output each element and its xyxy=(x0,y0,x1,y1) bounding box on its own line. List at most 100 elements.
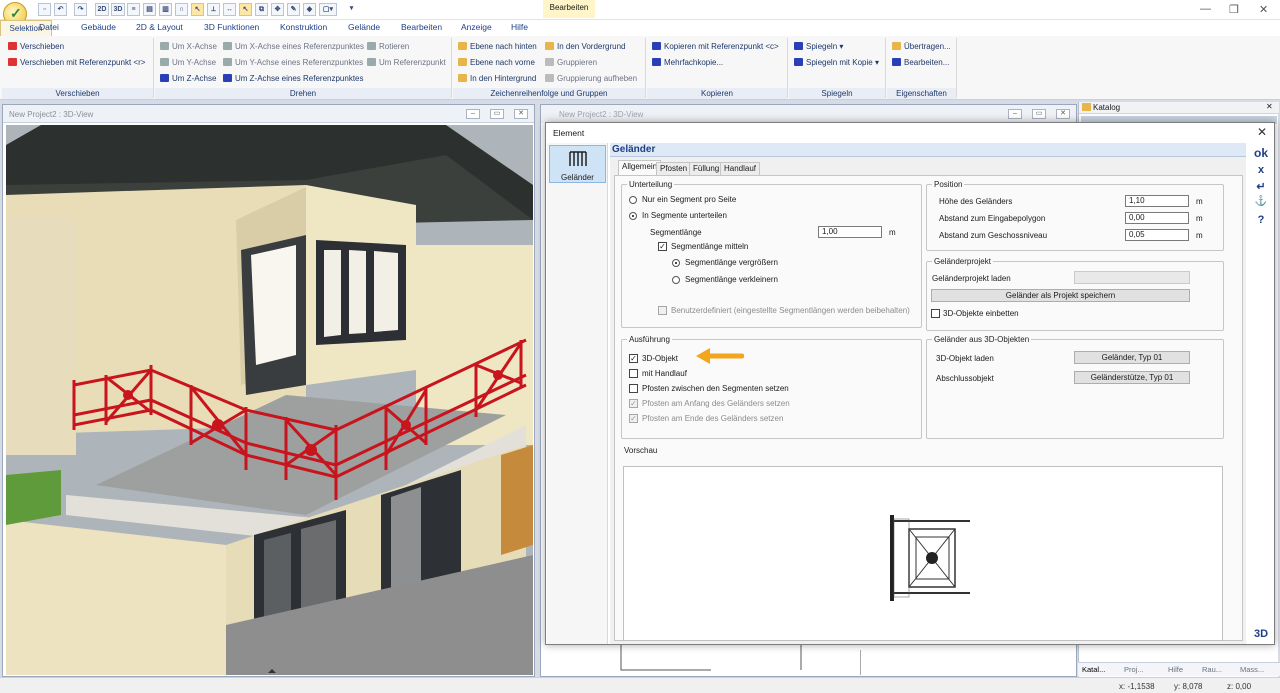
radio-in-segmente[interactable] xyxy=(629,212,637,220)
ebene-nach-vorne-button[interactable]: Ebene nach vorne xyxy=(458,58,535,67)
view-2d-button[interactable]: 2D xyxy=(95,3,109,16)
tab-bearbeiten[interactable]: Bearbeiten xyxy=(401,22,442,32)
catalog-tabs: Katal... Proj... Hilfe Rau... Mass... xyxy=(1078,662,1280,676)
radio-verkleinern[interactable] xyxy=(672,276,680,284)
3d-objekt-laden-button[interactable]: Geländer, Typ 01 xyxy=(1074,351,1190,364)
gruppieren-button[interactable]: Gruppieren xyxy=(545,58,597,67)
undo-icon[interactable]: ↶ xyxy=(54,3,67,16)
restore-icon[interactable]: ❐ xyxy=(1229,3,1239,16)
object-dropdown-icon[interactable]: ▢▾ xyxy=(319,3,337,16)
view-3d-toggle-button[interactable]: 3D xyxy=(1251,628,1271,640)
minimize-icon[interactable]: — xyxy=(1200,3,1211,15)
tab-anzeige[interactable]: Anzeige xyxy=(461,22,492,32)
checkbox-pfosten-ende[interactable]: ✓ xyxy=(629,414,638,423)
in-den-hintergrund-button[interactable]: In den Hintergrund xyxy=(458,74,536,83)
gruppierung-aufheben-button[interactable]: Gruppierung aufheben xyxy=(545,74,637,83)
dialog-close-icon[interactable]: ✕ xyxy=(1257,125,1267,139)
tab-gelaende[interactable]: Gelände xyxy=(348,22,380,32)
tab-gebaeude[interactable]: Gebäude xyxy=(81,22,116,32)
view-close-icon[interactable]: ✕ xyxy=(514,109,528,119)
checkbox-pfosten-anfang[interactable]: ✓ xyxy=(629,399,638,408)
help-icon[interactable]: ? xyxy=(1251,214,1271,226)
bearbeiten-button[interactable]: Bearbeiten... xyxy=(892,58,949,67)
ebene-nach-hinten-button[interactable]: Ebene nach hinten xyxy=(458,42,537,51)
layout-icon[interactable]: ≡ xyxy=(127,3,140,16)
gelaender-speichern-button[interactable]: Geländer als Projekt speichern xyxy=(931,289,1190,302)
view2-close-icon[interactable]: ✕ xyxy=(1056,109,1070,119)
in-den-vordergrund-button[interactable]: In den Vordergrund xyxy=(545,42,626,51)
view2-maximize-icon[interactable]: ▭ xyxy=(1032,109,1046,119)
abstand-eingabe-input[interactable]: 0,00 xyxy=(1125,212,1189,224)
magnet-icon[interactable]: ∩ xyxy=(175,3,188,16)
rotieren-button[interactable]: Rotieren xyxy=(367,42,409,51)
tab-allgemein[interactable]: Allgemein xyxy=(618,160,662,175)
mehrfachkopie-button[interactable]: Mehrfachkopie... xyxy=(652,58,723,67)
element-gelaender-tile[interactable]: Geländer xyxy=(549,145,606,183)
checkbox-pfosten-zwischen[interactable] xyxy=(629,384,638,393)
catalog-tab-katalog[interactable]: Katal... xyxy=(1082,665,1105,674)
dimension-icon[interactable]: ⟂ xyxy=(207,3,220,16)
catalog-tab-projekt[interactable]: Proj... xyxy=(1124,665,1144,674)
um-z-achse-button[interactable]: Um Z-Achse xyxy=(160,74,216,83)
floors-icon[interactable]: ▤ xyxy=(143,3,156,16)
tab-handlauf[interactable]: Handlauf xyxy=(720,162,761,175)
tab-3d-funktionen[interactable]: 3D Funktionen xyxy=(204,22,259,32)
view-minimize-icon[interactable]: – xyxy=(466,109,480,119)
um-x-achse-ref-button[interactable]: Um X-Achse eines Referenzpunktes xyxy=(223,42,364,51)
3d-scene[interactable] xyxy=(6,125,533,675)
wall-icon[interactable]: ▥ xyxy=(159,3,172,16)
uebertragen-button[interactable]: Übertragen... xyxy=(892,42,951,51)
catalog-tab-hilfe[interactable]: Hilfe xyxy=(1168,665,1183,674)
verschieben-button[interactable]: Verschieben xyxy=(8,42,64,51)
apply-icon[interactable]: ↵ xyxy=(1251,180,1271,193)
close-window-icon[interactable]: ✕ xyxy=(1259,3,1268,16)
pointer-icon[interactable]: ↖ xyxy=(239,3,252,16)
tab-pfosten[interactable]: Pfosten xyxy=(656,162,692,175)
abschlussobjekt-button[interactable]: Geländerstütze, Typ 01 xyxy=(1074,371,1190,384)
tab-konstruktion[interactable]: Konstruktion xyxy=(280,22,327,32)
um-y-achse-button[interactable]: Um Y-Achse xyxy=(160,58,216,67)
checkbox-segmentlaenge-mitteln[interactable]: ✓ xyxy=(658,242,667,251)
view-maximize-icon[interactable]: ▭ xyxy=(490,109,504,119)
eraser-icon[interactable]: ◆ xyxy=(303,3,316,16)
checkbox-3d-objekt[interactable]: ✓ xyxy=(629,354,638,363)
copy-icon[interactable]: ⧉ xyxy=(255,3,268,16)
spiegeln-kopie-button[interactable]: Spiegeln mit Kopie ▾ xyxy=(794,58,879,67)
catalog-close-icon[interactable]: ✕ xyxy=(1266,102,1273,111)
segmentlaenge-input[interactable]: 1,00 xyxy=(818,226,882,238)
hoehe-input[interactable]: 1,10 xyxy=(1125,195,1189,207)
select-icon[interactable]: ↖ xyxy=(191,3,204,16)
um-z-achse-ref-button[interactable]: Um Z-Achse eines Referenzpunktes xyxy=(223,74,364,83)
tab-2d-layout[interactable]: 2D & Layout xyxy=(136,22,183,32)
gelaenderprojekt-laden-button[interactable] xyxy=(1074,271,1190,284)
ok-button[interactable]: ok xyxy=(1251,146,1271,160)
checkbox-benutzerdefiniert[interactable] xyxy=(658,306,667,315)
view-3d-panel[interactable]: New Project2 : 3D-View – ▭ ✕ xyxy=(2,104,535,677)
tab-fuellung[interactable]: Füllung xyxy=(689,162,724,175)
kopieren-referenz-button[interactable]: Kopieren mit Referenzpunkt <c> xyxy=(652,42,779,51)
um-y-achse-ref-button[interactable]: Um Y-Achse eines Referenzpunktes xyxy=(223,58,363,67)
catalog-tab-masse[interactable]: Mass... xyxy=(1240,665,1264,674)
measure-icon[interactable]: ↔ xyxy=(223,3,236,16)
move-icon[interactable]: ✥ xyxy=(271,3,284,16)
um-x-achse-button[interactable]: Um X-Achse xyxy=(160,42,217,51)
view-3d-button[interactable]: 3D xyxy=(111,3,125,16)
view2-minimize-icon[interactable]: – xyxy=(1008,109,1022,119)
abstand-geschoss-input[interactable]: 0,05 xyxy=(1125,229,1189,241)
catalog-tab-raum[interactable]: Rau... xyxy=(1202,665,1222,674)
customize-quickaccess-icon[interactable]: ▾ xyxy=(345,3,358,16)
cancel-button[interactable]: x xyxy=(1251,164,1271,176)
checkbox-mit-handlauf[interactable] xyxy=(629,369,638,378)
new-file-icon[interactable]: ▫ xyxy=(38,3,51,16)
anchor-icon[interactable]: ⚓ xyxy=(1251,196,1271,207)
verschieben-referenz-button[interactable]: Verschieben mit Referenzpunkt <r> xyxy=(8,58,145,67)
spiegeln-button[interactable]: Spiegeln ▾ xyxy=(794,42,843,51)
radio-nur-ein-segment[interactable] xyxy=(629,196,637,204)
tab-hilfe[interactable]: Hilfe xyxy=(511,22,528,32)
um-referenzpunkt-button[interactable]: Um Referenzpunkt xyxy=(367,58,446,67)
radio-vergroessern[interactable] xyxy=(672,259,680,267)
redo-icon[interactable]: ↷ xyxy=(74,3,87,16)
checkbox-3d-objekte-einbetten[interactable] xyxy=(931,309,940,318)
paint-icon[interactable]: ✎ xyxy=(287,3,300,16)
tab-datei[interactable]: Datei xyxy=(39,22,59,32)
